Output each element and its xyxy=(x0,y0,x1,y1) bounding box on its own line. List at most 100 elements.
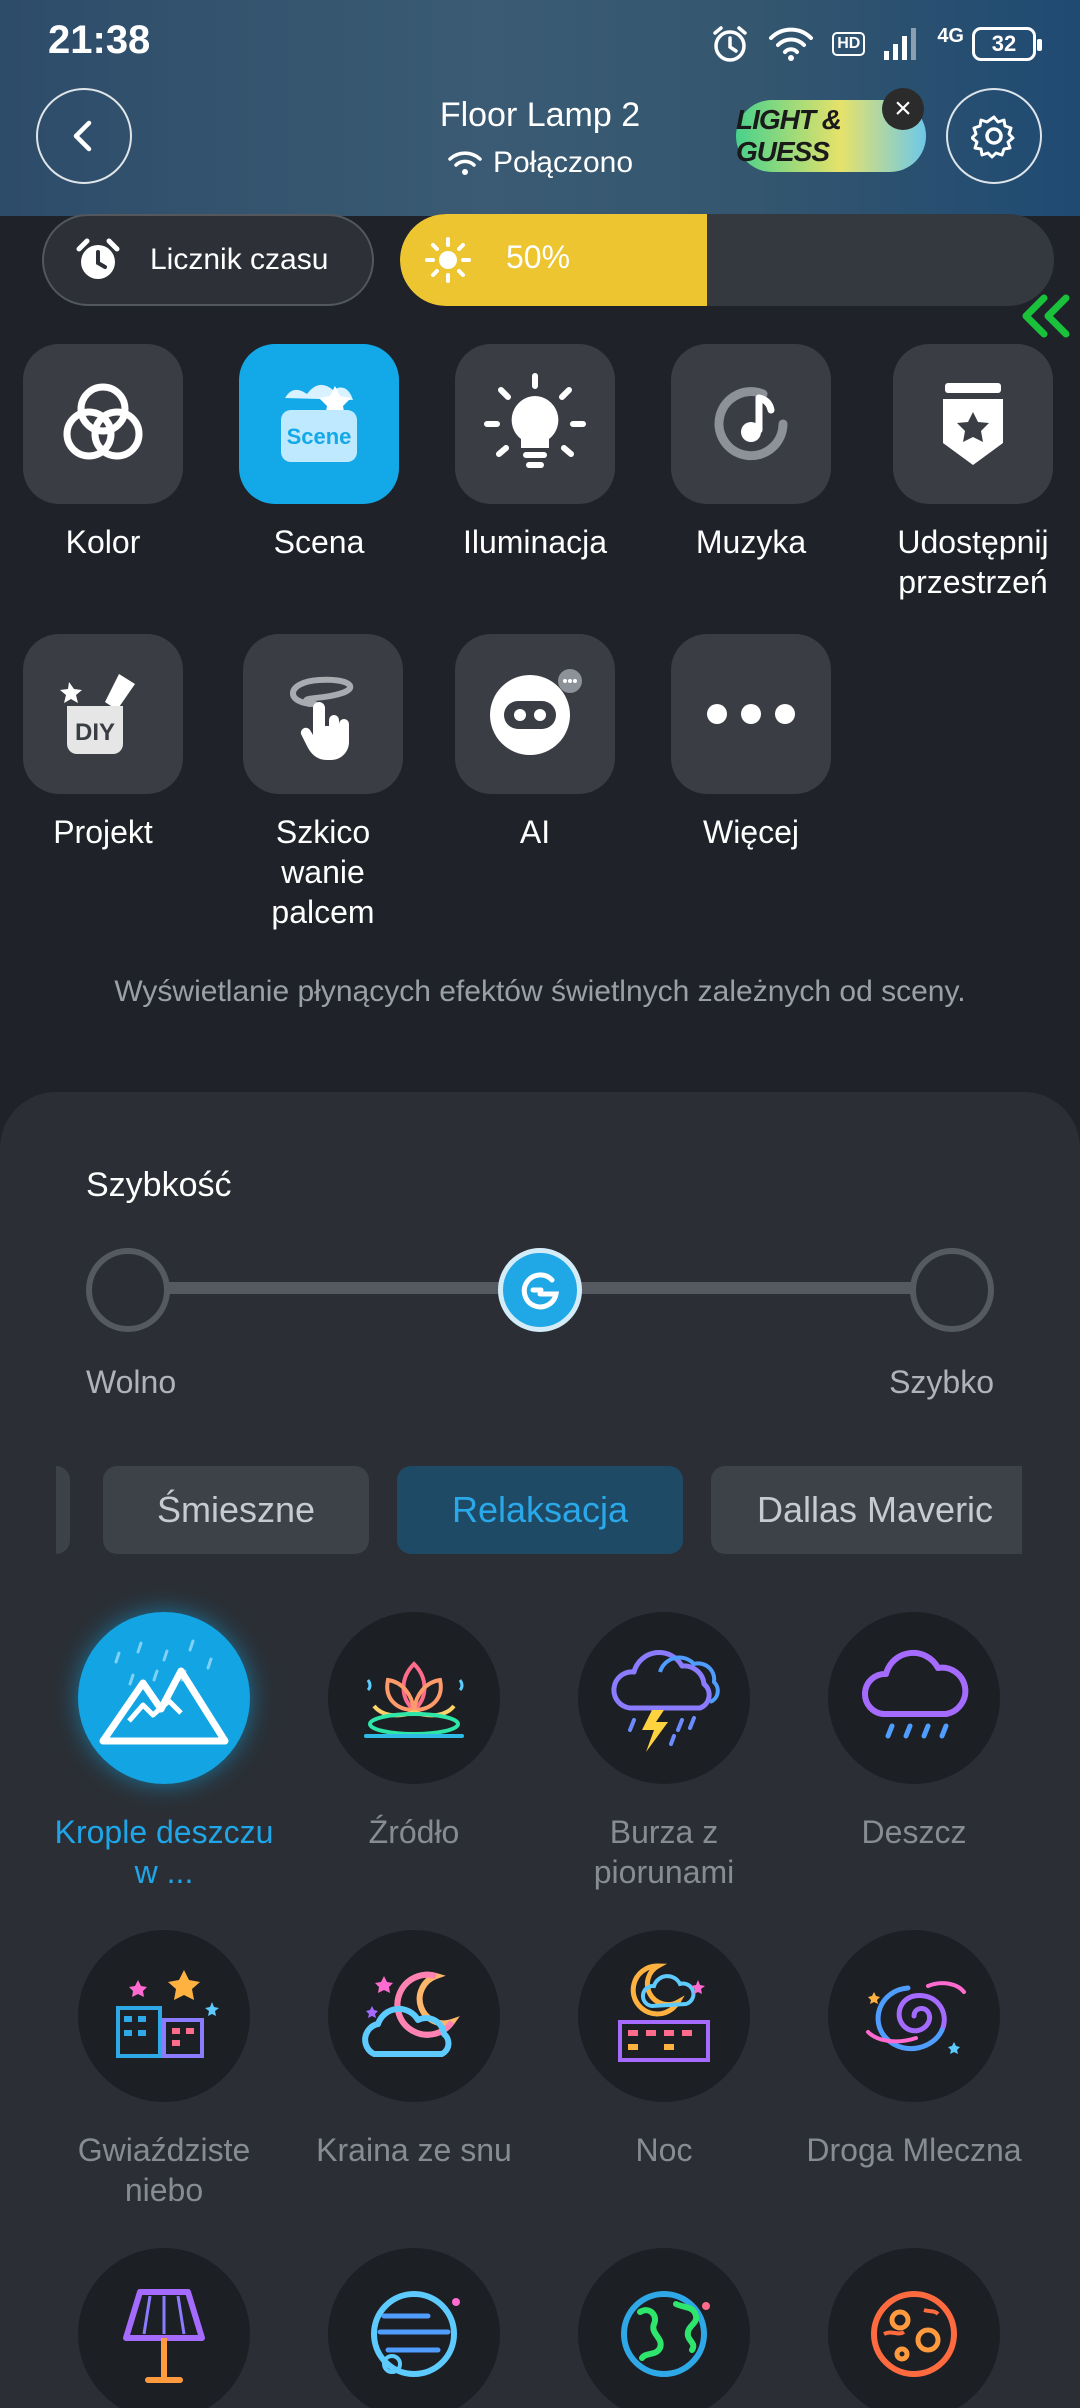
speed-slider-min-stop[interactable] xyxy=(86,1248,170,1332)
alarm-clock-icon xyxy=(76,238,120,279)
scene-circle[interactable] xyxy=(828,1612,1000,1784)
scene-label: Burza z piorunami xyxy=(593,1814,735,1890)
mode-tile[interactable] xyxy=(455,344,615,504)
scene-item[interactable]: Źródło xyxy=(304,1612,524,1852)
ai-robot-icon xyxy=(490,669,582,755)
hd-icon: HD xyxy=(832,32,866,56)
scene-label: Deszcz xyxy=(861,1814,967,1850)
govee-logo-icon xyxy=(521,1272,560,1310)
mode-label: Udostępnij przestrzeń xyxy=(897,524,1049,600)
mode-share-space[interactable]: Udostępnij przestrzeń xyxy=(893,344,1053,602)
more-icon xyxy=(707,704,795,724)
settings-button[interactable] xyxy=(946,88,1042,184)
mode-description: Wyświetlanie płynących efektów świetlnyc… xyxy=(114,975,966,1008)
mode-tile[interactable]: DIY xyxy=(23,634,183,794)
category-tab-active[interactable]: Relaksacja xyxy=(397,1466,683,1554)
color-rings-icon xyxy=(63,383,143,460)
scene-circle[interactable] xyxy=(578,1930,750,2102)
mode-label: Szkico wanie palcem xyxy=(271,814,375,930)
mode-music[interactable]: Muzyka xyxy=(671,344,831,562)
scene-label: Droga Mleczna xyxy=(806,2132,1022,2168)
timer-label: Licznik czasu xyxy=(150,243,329,276)
scene-item[interactable]: Kraina ze snu xyxy=(304,1930,524,2170)
scene-circle[interactable] xyxy=(578,1612,750,1784)
mode-diy[interactable]: DIY Projekt xyxy=(23,634,183,852)
battery-icon: 32 xyxy=(972,27,1042,61)
scene-item[interactable]: Gwiaździste niebo xyxy=(54,1930,274,2210)
scene-label: Noc xyxy=(635,2132,693,2168)
scene-circle[interactable] xyxy=(828,1930,1000,2102)
scene-item[interactable]: Noc xyxy=(554,1930,774,2170)
mode-tile-active[interactable]: Scene xyxy=(239,344,399,504)
bulb-icon xyxy=(484,373,586,468)
banner-close-button[interactable]: × xyxy=(882,88,924,130)
scene-circle[interactable] xyxy=(78,2248,250,2408)
scene-label: Krople deszczu w ... xyxy=(54,1814,274,1890)
mode-more[interactable]: Więcej xyxy=(671,634,831,852)
alarm-icon xyxy=(713,26,747,62)
scene-item[interactable]: Deszcz xyxy=(804,1612,1024,1852)
mode-color[interactable]: Kolor xyxy=(23,344,183,562)
scene-item[interactable]: Droga Mleczna xyxy=(804,1930,1024,2170)
starry-city-icon xyxy=(116,1970,219,2058)
scene-item[interactable]: Burza z piorunami xyxy=(554,1612,774,1892)
speed-fast-label: Szybko xyxy=(889,1364,994,1400)
mode-tile[interactable] xyxy=(671,344,831,504)
mode-illumination[interactable]: Iluminacja xyxy=(455,344,615,562)
diy-tile-text: DIY xyxy=(75,719,115,746)
double-chevron-left-icon[interactable] xyxy=(1016,292,1076,340)
scene-label: Źródło xyxy=(368,1814,460,1850)
scene-circle[interactable] xyxy=(578,2248,750,2408)
scene-circle[interactable] xyxy=(78,1930,250,2102)
scene-circle[interactable] xyxy=(828,2248,1000,2408)
mode-label: AI xyxy=(519,814,551,850)
mode-ai[interactable]: AI xyxy=(455,634,615,852)
scene-label: Kraina ze snu xyxy=(316,2132,512,2168)
mode-tile[interactable] xyxy=(243,634,403,794)
jupiter-icon xyxy=(371,2291,460,2377)
scene-item[interactable] xyxy=(554,2248,774,2408)
scene-circle[interactable] xyxy=(328,1930,500,2102)
rain-cloud-icon xyxy=(861,1649,969,1739)
mode-tile[interactable] xyxy=(455,634,615,794)
scene-circle[interactable] xyxy=(328,1612,500,1784)
mode-label: Scena xyxy=(273,524,365,560)
speed-slider-max-stop[interactable] xyxy=(910,1248,994,1332)
mode-tile[interactable] xyxy=(23,344,183,504)
brightness-slider[interactable]: 50% xyxy=(400,214,1054,306)
speed-slider-handle[interactable] xyxy=(498,1248,582,1332)
wifi-icon xyxy=(769,27,814,61)
scene-category-tabs: Śmieszne Relaksacja Dallas Maveric xyxy=(56,1466,1022,1554)
speed-title: Szybkość xyxy=(86,1166,232,1204)
mars-icon xyxy=(871,2291,957,2377)
share-space-icon xyxy=(943,383,1003,465)
category-tab[interactable]: Śmieszne xyxy=(103,1466,369,1554)
mode-tile[interactable] xyxy=(893,344,1053,504)
scene-circle[interactable] xyxy=(328,2248,500,2408)
mode-finger-sketch[interactable]: Szkico wanie palcem xyxy=(243,634,403,932)
earth-icon xyxy=(621,2291,710,2377)
mode-scene[interactable]: Scene Scena xyxy=(239,344,399,562)
brightness-value: 50% xyxy=(506,239,571,275)
timer-button[interactable]: Licznik czasu xyxy=(42,214,374,306)
network-type: 4G xyxy=(937,24,964,47)
scene-item[interactable] xyxy=(304,2248,524,2408)
scene-label: Gwiaździste niebo xyxy=(77,2132,251,2208)
scene-tile-text: Scene xyxy=(287,424,352,449)
scene-item[interactable]: Krople deszczu w ... xyxy=(54,1612,274,1892)
sun-icon xyxy=(425,237,471,283)
category-tab-partial[interactable] xyxy=(56,1466,70,1554)
scene-circle[interactable] xyxy=(78,1612,250,1784)
mountain-rain-icon xyxy=(99,1639,229,1745)
diy-icon: DIY xyxy=(60,674,135,754)
scene-item[interactable] xyxy=(54,2248,274,2408)
lamp-icon xyxy=(123,2289,205,2383)
mode-tile[interactable] xyxy=(671,634,831,794)
app-header: 21:38 HD 4G 32 Floor Lamp 2 Połączono LI… xyxy=(0,0,1080,216)
scene-icon: Scene xyxy=(281,384,357,462)
night-moon-icon xyxy=(618,1963,710,2062)
finger-sketch-icon xyxy=(290,676,354,760)
category-tab[interactable]: Dallas Maveric xyxy=(711,1466,1022,1554)
scene-item[interactable] xyxy=(804,2248,1024,2408)
signal-icon xyxy=(884,28,917,60)
